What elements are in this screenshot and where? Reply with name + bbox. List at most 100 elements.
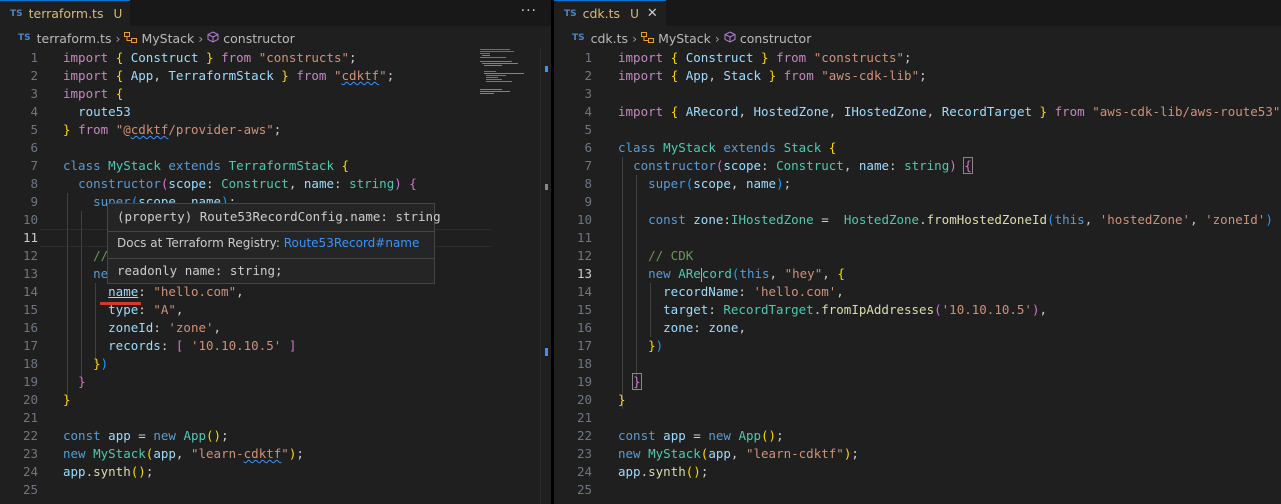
code-line: } [63, 392, 71, 407]
line-number: 6 [584, 140, 592, 155]
line-number: 19 [576, 374, 592, 389]
chevron-right-icon: › [198, 30, 204, 46]
line-number: 13 [22, 266, 38, 281]
hover-signature: (property) Route53RecordConfig.name: str… [117, 209, 441, 224]
tab-label: cdk.ts [582, 6, 621, 21]
line-number: 9 [584, 194, 592, 209]
code-line: target: RecordTarget.fromIpAddresses('10… [663, 302, 1048, 317]
class-icon [124, 31, 138, 46]
line-number: 18 [22, 356, 38, 371]
line-number: 17 [22, 338, 38, 353]
line-number: 10 [22, 212, 38, 227]
line-number: 7 [30, 158, 38, 173]
line-number: 12 [576, 248, 592, 263]
scrollbar-marker [545, 66, 548, 72]
line-number: 11 [576, 230, 592, 245]
line-number: 22 [22, 428, 38, 443]
line-number: 16 [576, 320, 592, 335]
code-line: app.synth(); [63, 464, 154, 479]
code-line: new MyStack(app, "learn-cdktf"); [618, 446, 859, 461]
close-icon[interactable]: ✕ [647, 6, 658, 21]
code-line: const zone:IHostedZone = HostedZone.from… [648, 212, 1273, 227]
code-line: recordName: 'hello.com', [663, 284, 844, 299]
tab-label: terraform.ts [28, 6, 104, 21]
breadcrumb: TS terraform.ts › MyStack › constructor [0, 28, 295, 48]
code-line: import { Construct } from "constructs"; [63, 50, 357, 65]
breadcrumb-method[interactable]: constructor [740, 31, 811, 46]
typescript-file-icon: TS [564, 8, 577, 19]
code-line: } [78, 374, 86, 389]
line-number: 5 [584, 122, 592, 137]
code-line: import { [63, 86, 124, 101]
line-number: 23 [22, 446, 38, 461]
line-number: 18 [576, 356, 592, 371]
more-actions-icon[interactable]: ··· [521, 3, 537, 19]
line-number: 4 [30, 104, 38, 119]
code-line: } [632, 373, 642, 390]
breadcrumb-file[interactable]: cdk.ts [591, 31, 628, 46]
method-icon [724, 30, 736, 46]
tab-terraform-ts[interactable]: TS terraform.ts U [0, 0, 131, 26]
hover-docs-link[interactable]: Route53Record#name [284, 236, 420, 250]
untracked-status-badge: U [113, 6, 123, 21]
untracked-status-badge: U [630, 6, 639, 21]
divider [108, 231, 434, 232]
typescript-file-icon: TS [10, 8, 23, 19]
line-number: 6 [30, 140, 38, 155]
scrollbar-marker [545, 348, 548, 356]
code-line: zoneId: 'zone', [108, 320, 222, 335]
line-number: 5 [30, 122, 38, 137]
chevron-right-icon: › [714, 30, 720, 46]
line-number: 19 [22, 374, 38, 389]
code-line: zone: zone, [663, 320, 746, 335]
code-line: route53 [78, 104, 131, 119]
line-number: 24 [576, 464, 592, 479]
chevron-right-icon: › [115, 30, 121, 46]
code-line: class MyStack extends TerraformStack { [63, 158, 350, 173]
breadcrumb-method[interactable]: constructor [223, 31, 294, 46]
line-number: 16 [22, 320, 38, 335]
code-line: name: "hello.com", [108, 284, 244, 299]
line-number: 11 [22, 230, 38, 245]
line-number: 12 [22, 248, 38, 263]
hover-tooltip: (property) Route53RecordConfig.name: str… [107, 203, 441, 284]
divider [108, 258, 434, 259]
line-number: 14 [22, 284, 38, 299]
hover-readonly: readonly name: string; [117, 263, 283, 278]
code-line: import { ARecord, HostedZone, IHostedZon… [618, 104, 1281, 119]
line-number: 21 [22, 410, 38, 425]
line-number: 25 [22, 482, 38, 497]
hover-docs: Docs at Terraform Registry: Route53Recor… [117, 236, 419, 250]
vertical-scrollbar[interactable] [540, 48, 551, 504]
line-number: 1 [584, 50, 592, 65]
line-number: 7 [584, 158, 592, 173]
code-line: class MyStack extends Stack { [618, 140, 837, 155]
line-number: 3 [584, 86, 592, 101]
breadcrumb-class[interactable]: MyStack [141, 31, 194, 46]
code-line: }) [648, 338, 664, 353]
code-line: } from "@cdktf/provider-aws"; [63, 122, 282, 137]
line-number: 8 [30, 176, 38, 191]
code-line: super(scope, name); [648, 176, 792, 191]
line-number: 21 [576, 410, 592, 425]
tab-cdk-ts[interactable]: TS cdk.ts U ✕ [554, 0, 666, 26]
line-number: 23 [576, 446, 592, 461]
line-number: 13 [576, 266, 592, 281]
line-number: 1 [30, 50, 38, 65]
class-icon [641, 31, 655, 46]
breadcrumb-file[interactable]: terraform.ts [37, 31, 112, 46]
left-editor-pane: TS terraform.ts U ··· TS terraform.ts › … [0, 0, 551, 504]
method-icon [207, 30, 219, 46]
text-cursor [700, 267, 702, 282]
line-number: 20 [22, 392, 38, 407]
line-number: 22 [576, 428, 592, 443]
code-line: const app = new App(); [618, 428, 784, 443]
line-number: 25 [576, 482, 592, 497]
line-number: 3 [30, 86, 38, 101]
line-number: 2 [584, 68, 592, 83]
code-line: import { App, Stack } from "aws-cdk-lib"… [618, 68, 927, 83]
minimap[interactable] [478, 48, 540, 108]
breadcrumb: TS cdk.ts › MyStack › constructor [554, 28, 811, 48]
hover-docs-prefix: Docs at Terraform Registry: [117, 236, 284, 250]
breadcrumb-class[interactable]: MyStack [658, 31, 711, 46]
